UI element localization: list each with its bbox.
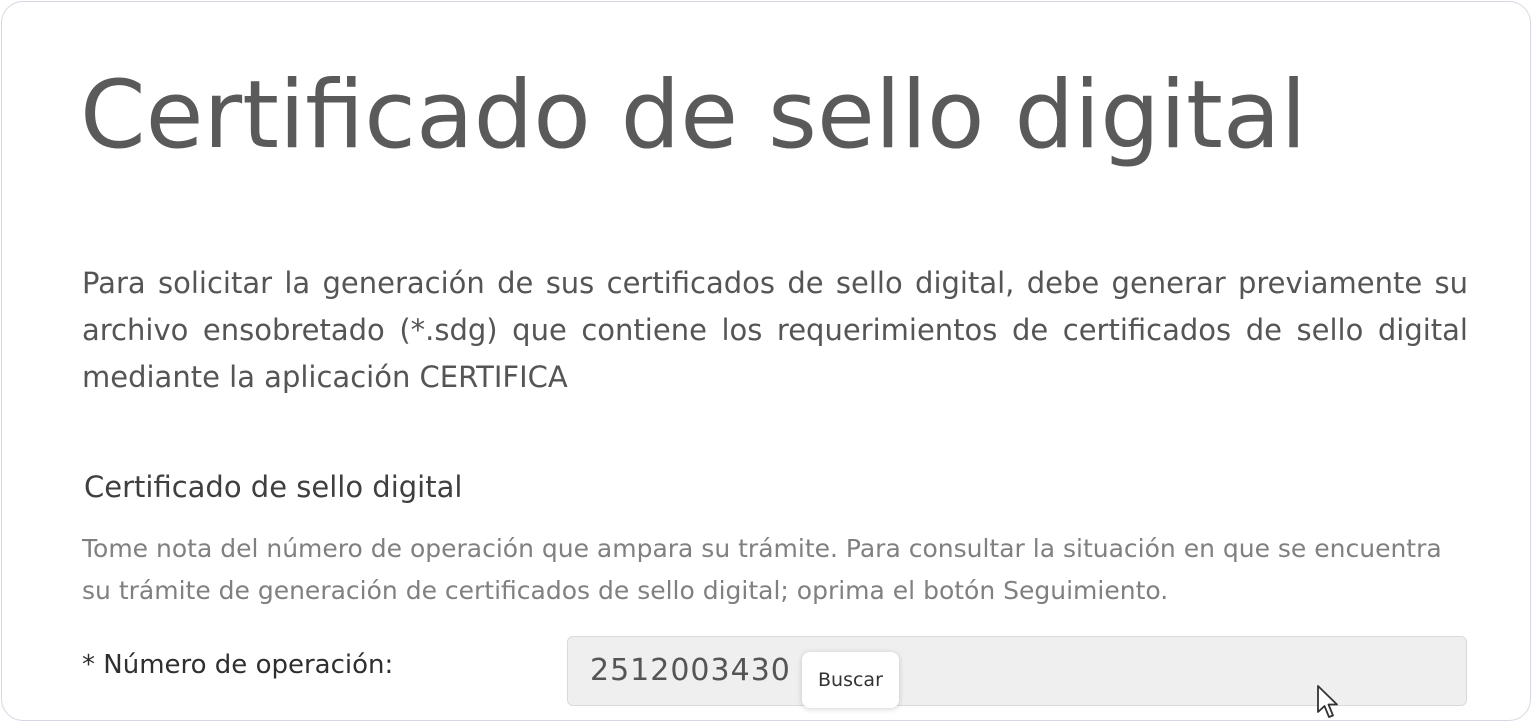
- page-title: Certificado de sello digital: [80, 61, 1307, 170]
- mouse-pointer-icon: [1317, 685, 1338, 718]
- intro-paragraph: Para solicitar la generación de sus cert…: [82, 266, 1468, 394]
- search-tooltip: Buscar: [802, 652, 899, 708]
- operation-number-label: * Número de operación:: [82, 650, 394, 680]
- operation-note: Tome nota del número de operación que am…: [82, 534, 1442, 605]
- window-frame: Certificado de sello digital Para solici…: [1, 1, 1531, 721]
- operation-number-value: 2512003430: [590, 653, 791, 688]
- section-heading: Certificado de sello digital: [84, 470, 463, 504]
